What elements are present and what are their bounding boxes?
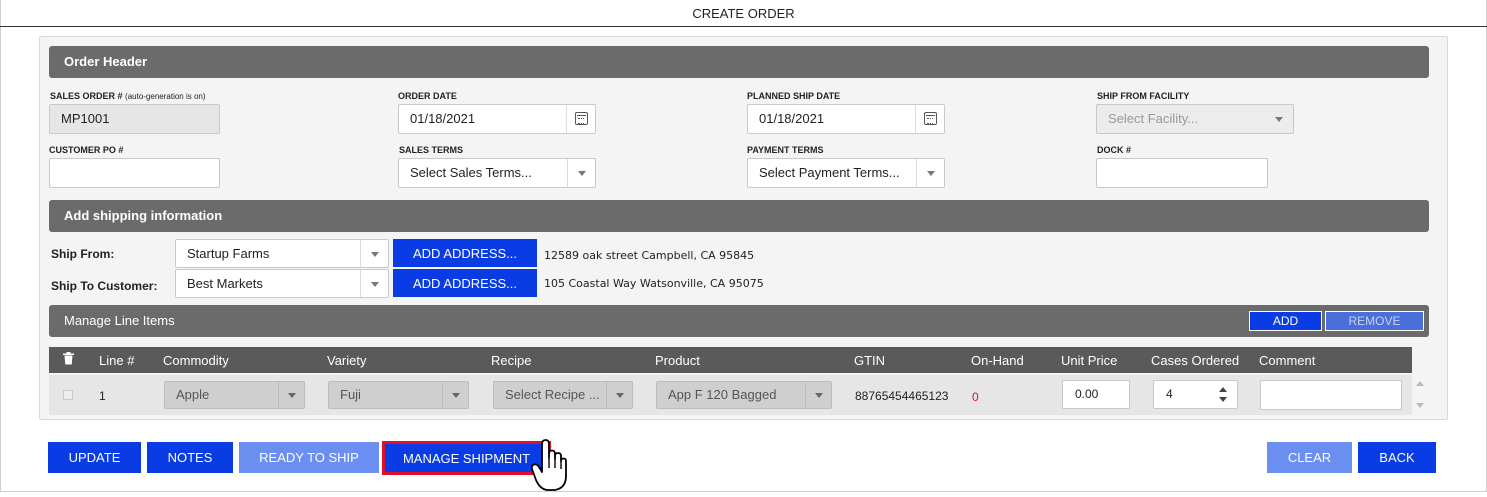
customer-po-label: CUSTOMER PO #	[49, 145, 124, 155]
ship-from-facility-label: SHIP FROM FACILITY	[1097, 91, 1190, 101]
add-ship-from-address-button[interactable]: ADD ADDRESS...	[393, 239, 537, 267]
add-line-button[interactable]: ADD	[1249, 311, 1322, 331]
hand-pointer-icon	[530, 438, 567, 492]
calendar-icon[interactable]	[575, 112, 588, 125]
col-variety: Variety	[327, 353, 367, 368]
ship-to-value: Best Markets	[187, 276, 263, 291]
payment-terms-value: Select Payment Terms...	[759, 165, 900, 180]
col-product: Product	[655, 353, 700, 368]
ship-from-facility-select[interactable]: Select Facility...	[1096, 104, 1294, 134]
ship-from-label: Ship From:	[51, 247, 115, 261]
dock-label: DOCK #	[1097, 145, 1132, 155]
chevron-down-icon	[606, 382, 632, 408]
commodity-value: Apple	[176, 387, 210, 402]
product-value: App F 120 Bagged	[668, 387, 777, 402]
order-date-value: 01/18/2021	[410, 111, 476, 126]
ship-to-select[interactable]: Best Markets	[175, 269, 389, 298]
col-unit-price: Unit Price	[1061, 353, 1118, 368]
row-checkbox[interactable]	[63, 390, 73, 400]
sales-order-value: MP1001	[61, 111, 110, 126]
clear-button[interactable]: CLEAR	[1267, 442, 1352, 473]
ship-from-select[interactable]: Startup Farms	[175, 239, 389, 268]
sales-terms-select[interactable]: Select Sales Terms...	[398, 158, 596, 188]
scroll-up-icon[interactable]	[1416, 381, 1424, 386]
unit-price-input[interactable]: 0.00	[1062, 380, 1130, 409]
chevron-down-icon	[360, 240, 388, 267]
ready-to-ship-button[interactable]: READY TO SHIP	[239, 442, 379, 473]
comment-input[interactable]	[1260, 380, 1402, 410]
manage-shipment-button[interactable]: MANAGE SHIPMENT	[382, 441, 551, 475]
row-line-number: 1	[99, 389, 106, 403]
chevron-down-icon	[360, 270, 388, 297]
update-button[interactable]: UPDATE	[48, 442, 141, 473]
line-items-bar: Manage Line Items	[49, 305, 1429, 337]
planned-ship-date-field[interactable]: 01/18/2021	[747, 104, 945, 134]
line-items-header: Line # Commodity Variety Recipe Product …	[49, 347, 1412, 373]
ship-from-value: Startup Farms	[187, 246, 270, 261]
order-header-bar: Order Header	[49, 46, 1429, 78]
cases-ordered-value: 4	[1166, 387, 1173, 401]
ship-from-facility-placeholder: Select Facility...	[1108, 111, 1199, 126]
trash-icon[interactable]	[63, 352, 74, 368]
variety-value: Fuji	[340, 387, 361, 402]
commodity-select[interactable]: Apple	[164, 381, 305, 409]
on-hand-value: 0	[972, 390, 979, 404]
shipping-bar: Add shipping information	[49, 200, 1429, 232]
planned-ship-date-label: PLANNED SHIP DATE	[747, 91, 841, 101]
stepper-down-icon[interactable]	[1219, 397, 1227, 402]
calendar-icon[interactable]	[924, 112, 937, 125]
customer-po-input[interactable]	[49, 158, 220, 188]
sales-order-field[interactable]: MP1001	[49, 104, 220, 134]
chevron-down-icon	[916, 159, 944, 187]
variety-select[interactable]: Fuji	[328, 381, 469, 409]
page-title: CREATE ORDER	[0, 0, 1487, 27]
chevron-down-icon	[567, 159, 595, 187]
ship-from-address: 12589 oak street Campbell, CA 95845	[544, 249, 755, 262]
add-ship-to-address-button[interactable]: ADD ADDRESS...	[393, 269, 537, 297]
col-gtin: GTIN	[854, 353, 886, 368]
ship-to-address: 105 Coastal Way Watsonville, CA 95075	[544, 277, 764, 290]
planned-ship-date-value: 01/18/2021	[759, 111, 825, 126]
ship-to-label: Ship To Customer:	[51, 279, 158, 293]
col-recipe: Recipe	[491, 353, 532, 368]
planned-ship-date-separator	[915, 105, 916, 133]
order-date-separator	[566, 105, 567, 133]
order-date-field[interactable]: 01/18/2021	[398, 104, 596, 134]
chevron-down-icon	[278, 382, 304, 408]
recipe-select[interactable]: Select Recipe ...	[493, 381, 633, 409]
col-cases-ordered: Cases Ordered	[1151, 353, 1240, 368]
recipe-value: Select Recipe ...	[505, 387, 600, 402]
payment-terms-label: PAYMENT TERMS	[747, 145, 824, 155]
sales-terms-value: Select Sales Terms...	[410, 165, 532, 180]
sales-order-label: SALES ORDER # (auto-generation is on)	[50, 91, 206, 101]
gtin-value: 88765454465123	[855, 389, 949, 403]
col-on-hand: On-Hand	[971, 353, 1024, 368]
chevron-down-icon	[1265, 105, 1293, 133]
stepper-up-icon[interactable]	[1219, 387, 1227, 392]
sales-order-label-text: SALES ORDER #	[50, 91, 123, 101]
dock-input[interactable]	[1096, 158, 1268, 188]
chevron-down-icon	[442, 382, 468, 408]
notes-button[interactable]: NOTES	[147, 442, 233, 473]
cases-ordered-stepper[interactable]: 4	[1153, 380, 1238, 409]
payment-terms-select[interactable]: Select Payment Terms...	[747, 158, 945, 188]
sales-terms-label: SALES TERMS	[399, 145, 464, 155]
product-select[interactable]: App F 120 Bagged	[656, 381, 832, 409]
sales-order-note: (auto-generation is on)	[125, 92, 206, 101]
col-comment: Comment	[1259, 353, 1316, 368]
back-button[interactable]: BACK	[1358, 442, 1436, 473]
chevron-down-icon	[805, 382, 831, 408]
scroll-down-icon[interactable]	[1416, 403, 1424, 408]
col-line: Line #	[99, 353, 135, 368]
col-commodity: Commodity	[163, 353, 229, 368]
order-date-label: ORDER DATE	[398, 91, 457, 101]
remove-line-button[interactable]: REMOVE	[1325, 311, 1424, 331]
